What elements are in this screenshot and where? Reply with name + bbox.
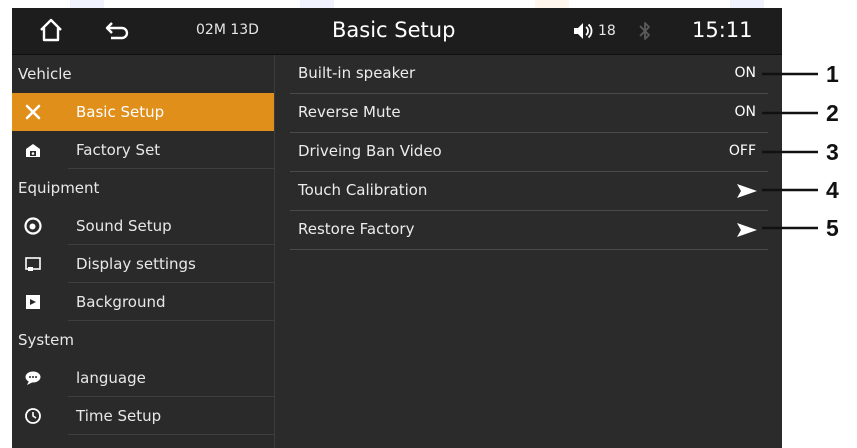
setting-built-in-speaker[interactable]: Built-in speaker ON [290,55,768,94]
sidebar-item-time-setup[interactable]: Time Setup [12,397,274,435]
background-icon [26,295,40,309]
sidebar-item-background[interactable]: Background [12,283,274,321]
sidebar-item-label: language [76,369,146,387]
bluetooth-icon [639,22,650,40]
callout-number: 2 [826,100,839,126]
section-header-equipment: Equipment [18,179,100,197]
callout-number: 1 [826,61,839,87]
section-header-system: System [18,331,74,349]
head-unit-screen: 02M 13D Basic Setup 18 15:11 Vehicle Bas… [12,8,782,448]
section-header-vehicle: Vehicle [18,65,72,83]
sidebar-item-factory-set[interactable]: Factory Set [12,131,274,169]
callout-number: 4 [826,177,839,203]
sidebar-item-sound-setup[interactable]: Sound Setup [12,207,274,245]
sidebar-item-label: Background [76,293,166,311]
arrow-right-icon[interactable] [736,222,758,238]
sidebar-item-label: Time Setup [76,407,162,425]
setting-label: Built-in speaker [298,64,416,82]
sidebar-item-display-settings[interactable]: Display settings [12,245,274,283]
speaker-icon[interactable] [572,20,594,42]
setting-value[interactable]: ON [735,104,757,120]
setting-label: Reverse Mute [298,103,401,121]
sound-icon [24,217,42,235]
sidebar-item-label: Basic Setup [76,103,165,121]
factory-icon [26,144,40,157]
status-bar: 02M 13D Basic Setup 18 15:11 [12,8,782,55]
setting-driving-ban-video[interactable]: Driveing Ban Video OFF [290,133,768,172]
volume-level: 18 [598,23,616,39]
arrow-right-icon[interactable] [736,183,758,199]
setting-label: Driveing Ban Video [298,142,442,160]
speech-bubble-icon [25,371,41,385]
distance-readout: 02M 13D [196,22,259,38]
setting-touch-calibration[interactable]: Touch Calibration [290,172,768,211]
callout-number: 5 [826,215,839,241]
sidebar-item-language[interactable]: language [12,359,274,397]
home-icon[interactable] [38,17,64,43]
setting-label: Restore Factory [298,220,415,238]
setting-value[interactable]: ON [735,65,757,81]
display-icon [25,257,41,271]
clock-icon [25,408,41,424]
sidebar-item-label: Sound Setup [76,217,172,235]
sidebar-item-basic-setup[interactable]: Basic Setup [12,93,274,131]
setting-value[interactable]: OFF [729,143,756,159]
divider [68,434,274,435]
clock: 15:11 [692,18,753,42]
callout-number: 3 [826,139,839,165]
page-title: Basic Setup [332,18,456,42]
tools-icon [25,104,41,120]
back-arrow-icon[interactable] [104,17,130,43]
setting-reverse-mute[interactable]: Reverse Mute ON [290,94,768,133]
setting-restore-factory[interactable]: Restore Factory [290,211,768,250]
sidebar-item-label: Display settings [76,255,196,273]
sidebar-item-label: Factory Set [76,141,161,159]
sidebar: Vehicle Basic Setup Factory Set Equipmen… [12,55,275,448]
setting-label: Touch Calibration [298,181,428,199]
